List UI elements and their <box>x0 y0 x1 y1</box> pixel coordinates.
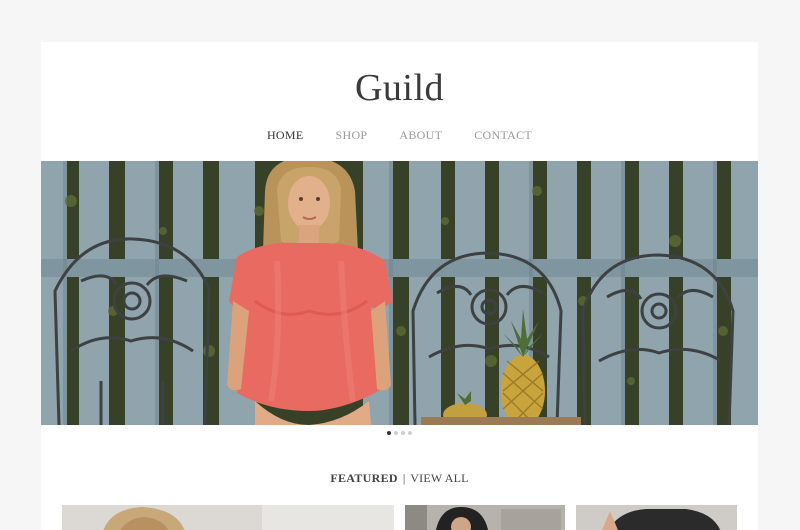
nav-contact[interactable]: CONTACT <box>474 128 532 143</box>
page-card: Guild HOME SHOP ABOUT CONTACT FEATURED |… <box>41 42 758 530</box>
nav-home[interactable]: HOME <box>267 128 304 143</box>
product-image-2 <box>405 505 565 530</box>
slide-dot-1[interactable] <box>387 431 391 435</box>
featured-heading: FEATURED | VIEW ALL <box>41 471 758 486</box>
site-logo[interactable]: Guild <box>41 66 758 110</box>
main-nav: HOME SHOP ABOUT CONTACT <box>41 128 758 143</box>
view-all-link[interactable]: VIEW ALL <box>410 471 468 485</box>
slide-dot-2[interactable] <box>394 431 398 435</box>
slide-dot-3[interactable] <box>401 431 405 435</box>
product-thumbnail-1[interactable] <box>62 505 394 530</box>
product-thumbnail-3[interactable] <box>576 505 737 530</box>
featured-title: FEATURED <box>330 471 398 485</box>
nav-shop[interactable]: SHOP <box>336 128 368 143</box>
hero-slideshow[interactable] <box>41 161 758 425</box>
product-image-3 <box>576 505 737 530</box>
product-image-1 <box>62 505 394 530</box>
slide-dot-4[interactable] <box>408 431 412 435</box>
product-thumbnail-2[interactable] <box>405 505 565 530</box>
featured-separator: | <box>399 471 409 485</box>
nav-about[interactable]: ABOUT <box>399 128 442 143</box>
slideshow-pagination <box>41 431 758 435</box>
hero-image <box>41 161 758 425</box>
